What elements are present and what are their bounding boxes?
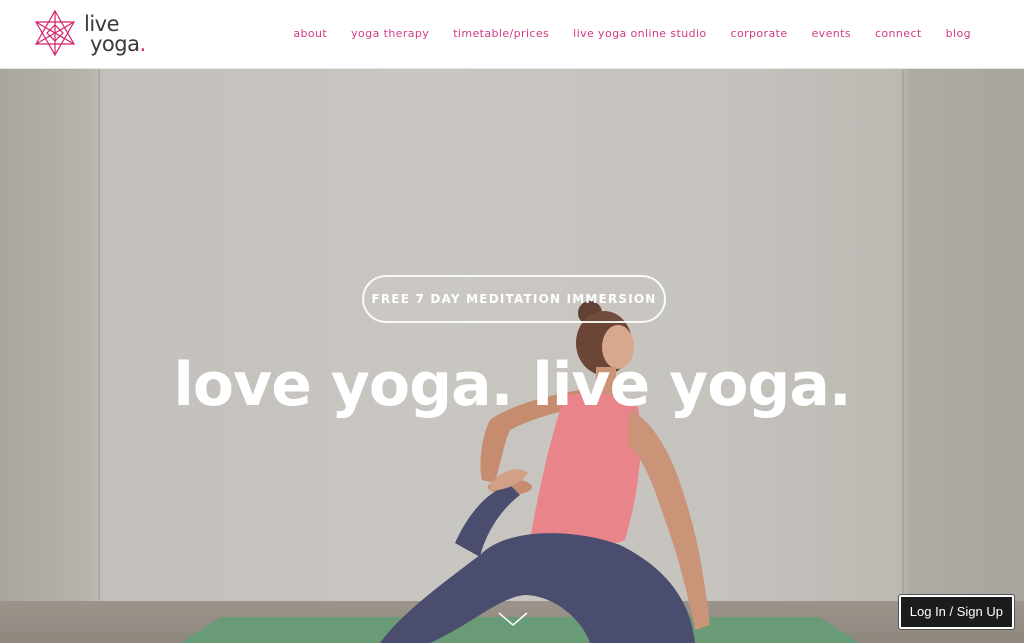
nav-corporate[interactable]: corporate [731, 27, 788, 40]
nav-online-studio[interactable]: live yoga online studio [573, 27, 706, 40]
logo-word-live: live [84, 12, 120, 36]
nav-yoga-therapy[interactable]: yoga therapy [351, 27, 429, 40]
login-signup-button[interactable]: Log In / Sign Up [898, 595, 1014, 629]
hero-headline: love yoga. live yoga. [173, 350, 851, 420]
site-header: live yoga. about yoga therapy timetable/… [0, 0, 1024, 69]
main-nav: about yoga therapy timetable/prices live… [269, 27, 971, 40]
nav-events[interactable]: events [812, 27, 851, 40]
logo-dot: . [139, 32, 146, 56]
nav-blog[interactable]: blog [946, 27, 971, 40]
logo-wordmark: live yoga. [84, 12, 146, 56]
wall-corner-left [98, 69, 100, 603]
meditation-immersion-button[interactable]: FREE 7 DAY MEDITATION IMMERSION [362, 275, 666, 323]
chevron-down-icon[interactable] [497, 610, 529, 628]
nav-connect[interactable]: connect [875, 27, 922, 40]
merkaba-logo-icon [34, 9, 76, 57]
nav-about[interactable]: about [293, 27, 327, 40]
site-logo[interactable]: live yoga. [33, 9, 146, 57]
logo-word-yoga: yoga [90, 32, 140, 56]
wall-corner-right [902, 69, 904, 603]
hero-section: FREE 7 DAY MEDITATION IMMERSION love yog… [0, 69, 1024, 643]
nav-timetable-prices[interactable]: timetable/prices [453, 27, 549, 40]
